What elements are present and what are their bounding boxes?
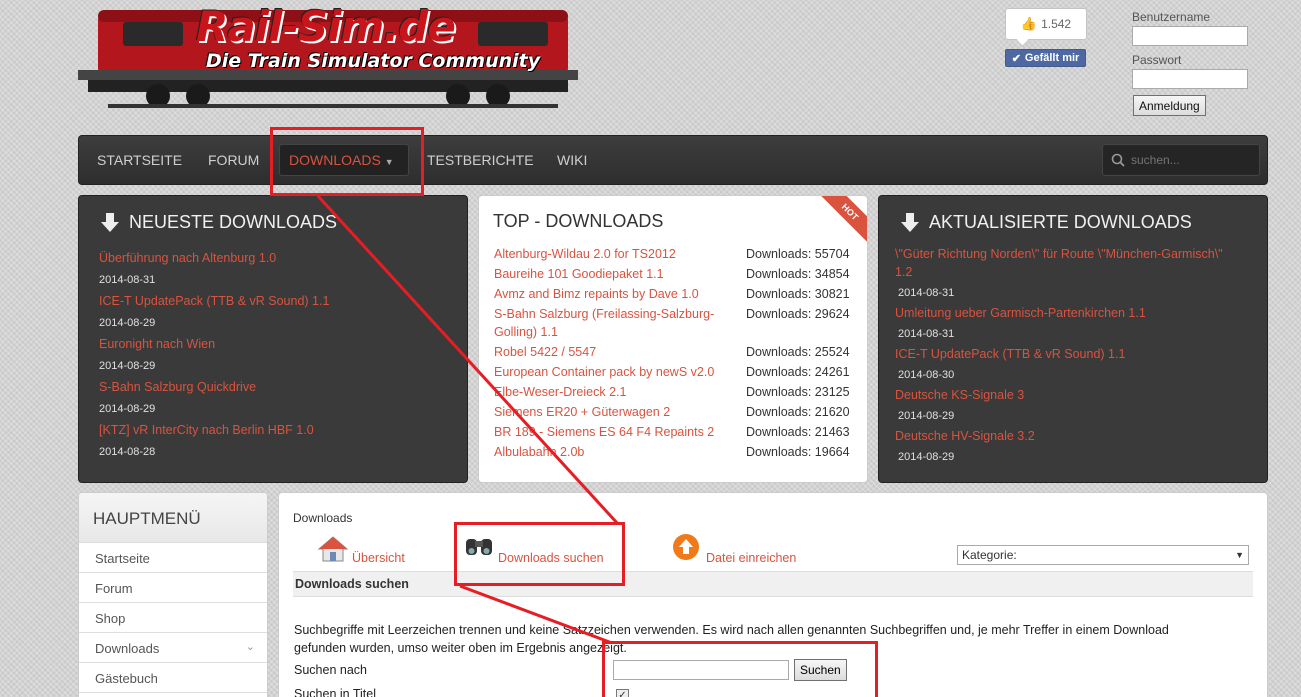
breadcrumb[interactable]: Downloads (293, 511, 352, 525)
top-download-link[interactable]: Baureihe 101 Goodiepaket 1.1 (494, 267, 664, 281)
chevron-down-icon: ⌄ (245, 641, 255, 653)
top-download-count: Downloads: 34854 (746, 267, 850, 281)
updated-download-link[interactable]: Deutsche KS-Signale 3 (895, 388, 1024, 402)
top-download-link[interactable]: S-Bahn Salzburg (Freilassing-Salzburg- (494, 307, 714, 321)
updated-download-link[interactable]: \"Güter Richtung Norden\" für Route \"Mü… (895, 247, 1223, 261)
newest-downloads-panel: NEUESTE DOWNLOADS Überführung nach Alten… (78, 195, 468, 483)
top-downloads-panel: TOP - DOWNLOADS HOT Altenburg-Wildau 2.0… (478, 195, 868, 483)
top-download-count: Downloads: 19664 (746, 445, 850, 459)
annotation-box-nav (270, 127, 424, 196)
username-field[interactable] (1132, 26, 1248, 46)
logo-subtitle: Die Train Simulator Community (206, 50, 541, 72)
logo-title: Rail-Sim.de (196, 2, 456, 51)
top-download-count: Downloads: 30821 (746, 287, 850, 301)
newest-download-date: 2014-08-28 (99, 446, 156, 458)
updated-download-date: 2014-08-31 (898, 287, 955, 299)
menu-item-downloads[interactable]: Downloads ⌄ (79, 633, 267, 663)
search-icon (1111, 153, 1125, 167)
upload-icon (673, 534, 699, 560)
tab-uebersicht[interactable]: Übersicht (352, 551, 405, 565)
updated-download-date: 2014-08-30 (898, 369, 955, 381)
updated-download-link-cont[interactable]: 1.2 (895, 265, 912, 279)
thumbs-up-icon: 👍 (1020, 16, 1038, 31)
like-count-box: 👍 1.542 (1005, 8, 1087, 40)
password-field[interactable] (1132, 69, 1248, 89)
updated-downloads-heading: AKTUALISIERTE DOWNLOADS (929, 211, 1192, 232)
annotation-box-tab (454, 522, 625, 586)
checkmark-icon: ✔ (1011, 52, 1021, 65)
site-search[interactable] (1102, 144, 1260, 176)
newest-download-date: 2014-08-29 (99, 403, 156, 415)
like-label: Gefällt mir (1024, 52, 1080, 64)
facebook-like-button[interactable]: ✔ Gefällt mir (1005, 49, 1086, 67)
top-download-count: Downloads: 29624 (746, 307, 850, 321)
section-title: Downloads suchen (293, 571, 1253, 597)
username-label: Benutzername (1132, 10, 1211, 24)
search-label: Suchen nach (294, 663, 367, 677)
top-downloads-title: TOP - DOWNLOADS (493, 211, 664, 231)
top-download-link[interactable]: Albulabahn 2.0b (494, 445, 584, 459)
arrow-down-icon (101, 213, 119, 232)
top-download-link[interactable]: Siemens ER20 + Güterwagen 2 (494, 405, 670, 419)
top-download-count: Downloads: 24261 (746, 365, 850, 379)
top-download-link[interactable]: Avmz and Bimz repaints by Dave 1.0 (494, 287, 699, 301)
newest-download-link[interactable]: S-Bahn Salzburg Quickdrive (99, 380, 256, 394)
top-download-count: Downloads: 55704 (746, 247, 850, 261)
updated-downloads-title: AKTUALISIERTE DOWNLOADS (899, 211, 1192, 233)
site-search-input[interactable] (1131, 153, 1251, 167)
main-menu: HAUPTMENÜ Startseite Forum Shop Download… (78, 492, 268, 697)
top-download-link[interactable]: European Container pack by newS v2.0 (494, 365, 714, 379)
updated-download-date: 2014-08-29 (898, 451, 955, 463)
house-icon (317, 536, 349, 562)
top-download-link-cont[interactable]: Golling) 1.1 (494, 325, 558, 339)
updated-download-date: 2014-08-31 (898, 328, 955, 340)
main-navigation: STARTSEITE FORUM DOWNLOADS ▼ TESTBERICHT… (78, 135, 1268, 185)
newest-download-link[interactable]: ICE-T UpdatePack (TTB & vR Sound) 1.1 (99, 294, 329, 308)
updated-download-link[interactable]: Umleitung ueber Garmisch-Partenkirchen 1… (895, 306, 1146, 320)
newest-download-date: 2014-08-29 (99, 360, 156, 372)
hot-badge: HOT (818, 196, 867, 244)
site-logo[interactable]: Rail-Sim.de Die Train Simulator Communit… (78, 0, 578, 112)
updated-download-link[interactable]: Deutsche HV-Signale 3.2 (895, 429, 1035, 443)
top-download-link[interactable]: BR 189 - Siemens ES 64 F4 Repaints 2 (494, 425, 714, 439)
password-label: Passwort (1132, 53, 1182, 67)
top-download-count: Downloads: 23125 (746, 385, 850, 399)
menu-item-startseite[interactable]: Startseite (79, 543, 267, 573)
updated-downloads-panel: AKTUALISIERTE DOWNLOADS \"Güter Richtung… (878, 195, 1268, 483)
category-select-label: Kategorie: (962, 548, 1017, 562)
newest-downloads-heading: NEUESTE DOWNLOADS (129, 211, 338, 232)
newest-download-date: 2014-08-31 (99, 274, 156, 286)
newest-downloads-title: NEUESTE DOWNLOADS (99, 211, 337, 233)
newest-download-link[interactable]: Überführung nach Altenburg 1.0 (99, 251, 276, 265)
nav-testberichte[interactable]: TESTBERICHTE (427, 152, 534, 168)
login-button[interactable]: Anmeldung (1133, 95, 1206, 116)
tab-datei-einreichen[interactable]: Datei einreichen (706, 551, 796, 565)
menu-item-forum[interactable]: Forum (79, 573, 267, 603)
title-search-label: Suchen in Titel (294, 687, 376, 697)
menu-item-downloads-label: Downloads (95, 641, 160, 656)
nav-forum[interactable]: FORUM (208, 152, 259, 168)
top-download-link[interactable]: Altenburg-Wildau 2.0 for TS2012 (494, 247, 676, 261)
top-download-count: Downloads: 21620 (746, 405, 850, 419)
dropdown-arrow-icon: ▼ (1235, 550, 1244, 560)
newest-download-date: 2014-08-29 (99, 317, 156, 329)
menu-item-gaestebuch[interactable]: Gästebuch (79, 663, 267, 693)
top-download-link[interactable]: Elbe-Weser-Dreieck 2.1 (494, 385, 626, 399)
top-download-link[interactable]: Robel 5422 / 5547 (494, 345, 596, 359)
main-menu-title: HAUPTMENÜ (79, 493, 267, 543)
newest-download-link[interactable]: [KTZ] vR InterCity nach Berlin HBF 1.0 (99, 423, 314, 437)
updated-download-date: 2014-08-29 (898, 410, 955, 422)
category-select[interactable]: Kategorie: ▼ (957, 545, 1249, 565)
menu-item-shop[interactable]: Shop (79, 603, 267, 633)
nav-wiki[interactable]: WIKI (557, 152, 587, 168)
top-download-count: Downloads: 25524 (746, 345, 850, 359)
annotation-box-search (602, 641, 878, 697)
updated-download-link[interactable]: ICE-T UpdatePack (TTB & vR Sound) 1.1 (895, 347, 1125, 361)
newest-download-link[interactable]: Euronight nach Wien (99, 337, 215, 351)
arrow-down-icon (901, 213, 919, 232)
top-download-count: Downloads: 21463 (746, 425, 850, 439)
like-count: 1.542 (1041, 17, 1072, 31)
nav-startseite[interactable]: STARTSEITE (97, 152, 182, 168)
